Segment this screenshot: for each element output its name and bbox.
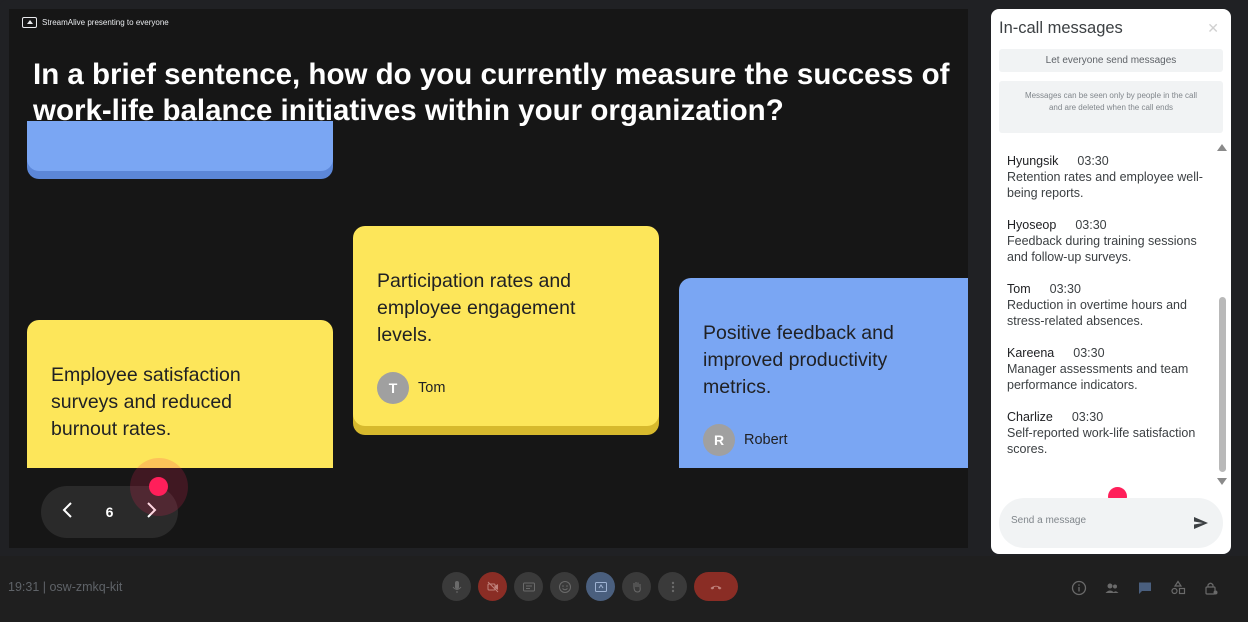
message-time: 03:30 (1071, 410, 1104, 424)
card-author: T Tom (377, 372, 445, 404)
message-item: Kareena 03:30 Manager assessments and tea… (1007, 345, 1203, 393)
avatar: R (703, 424, 735, 456)
avatar: T (377, 372, 409, 404)
emoji-icon[interactable] (550, 572, 579, 601)
message-text: Manager assessments and team performance… (1007, 362, 1189, 392)
presenting-indicator: StreamAlive presenting to everyone (22, 17, 169, 28)
camera-off-icon[interactable] (478, 572, 507, 601)
host-controls-icon[interactable] (1203, 580, 1219, 596)
people-icon[interactable] (1104, 580, 1120, 596)
message-item: Hyungsik 03:30 Retention rates and employ… (1007, 153, 1203, 201)
message-text: Reduction in overtime hours and stress-r… (1007, 298, 1187, 328)
in-call-messages-panel: In-call messages ✕ Let everyone send mes… (991, 9, 1231, 554)
present-icon[interactable] (586, 572, 615, 601)
message-time: 03:30 (1073, 346, 1105, 360)
message-item: Charlize 03:30 Self-reported work-life sa… (1007, 409, 1203, 457)
message-text: Feedback during training sessions and fo… (1007, 234, 1197, 264)
meeting-info: 19:31 | osw-zmkq-kit (8, 580, 123, 594)
meeting-controls-bar: 19:31 | osw-zmkq-kit (0, 556, 1248, 622)
message-time: 03:30 (1075, 218, 1107, 232)
card-text: Positive feedback and improved productiv… (703, 322, 894, 398)
scroll-up-arrow-icon[interactable] (1217, 144, 1227, 151)
panel-title: In-call messages (999, 19, 1123, 37)
author-name: Tom (418, 380, 446, 396)
side-controls (1071, 580, 1219, 596)
raise-hand-icon[interactable] (622, 572, 651, 601)
info-icon[interactable] (1071, 580, 1087, 596)
message-item: Tom 03:30 Reduction in overtime hours and… (1007, 281, 1203, 329)
messages-info: Messages can be seen only by people in t… (999, 81, 1223, 133)
send-icon[interactable] (1193, 515, 1209, 531)
scroll-down-arrow-icon[interactable] (1217, 478, 1227, 485)
cursor-pointer (149, 477, 168, 496)
message-compose (999, 498, 1223, 548)
presentation-stage: StreamAlive presenting to everyone In a … (9, 9, 968, 548)
scrollbar-thumb[interactable] (1219, 297, 1226, 472)
message-time: 03:30 (1077, 154, 1109, 168)
message-list: Hyungsik 03:30 Retention rates and employ… (1007, 153, 1203, 473)
captions-icon[interactable] (514, 572, 543, 601)
more-options-icon[interactable] (658, 572, 687, 601)
meeting-window: StreamAlive presenting to everyone In a … (0, 0, 1248, 622)
let-everyone-send-toggle[interactable]: Let everyone send messages (999, 49, 1223, 72)
card-author: R Robert (703, 424, 788, 456)
message-input[interactable] (1011, 515, 1181, 526)
hang-up-icon[interactable] (694, 572, 738, 601)
sender-name: Hyoseop (1007, 218, 1057, 232)
poll-question: In a brief sentence, how do you currentl… (33, 58, 950, 127)
activities-icon[interactable] (1170, 580, 1186, 596)
presenting-label: StreamAlive presenting to everyone (42, 18, 169, 27)
present-screen-icon (22, 17, 37, 28)
message-item: Hyoseop 03:30 Feedback during training se… (1007, 217, 1203, 265)
chat-icon[interactable] (1137, 580, 1153, 596)
card-text: Employee satisfaction surveys and reduce… (51, 364, 241, 440)
message-text: Retention rates and employee well-being … (1007, 170, 1203, 200)
author-name: Robert (744, 432, 788, 448)
page-number: 6 (105, 504, 114, 520)
mic-icon[interactable] (442, 572, 471, 601)
message-time: 03:30 (1049, 282, 1081, 296)
card-text: Participation rates and employee engagem… (377, 270, 576, 346)
close-icon[interactable]: ✕ (1207, 20, 1219, 37)
sender-name: Kareena (1007, 346, 1055, 360)
sender-name: Hyungsik (1007, 154, 1059, 168)
sender-name: Charlize (1007, 410, 1053, 424)
response-card: Participation rates and employee engagem… (353, 226, 659, 426)
message-text: Self-reported work-life satisfaction sco… (1007, 426, 1196, 456)
response-card-partial (27, 121, 333, 171)
call-controls (442, 572, 738, 601)
sender-name: Tom (1007, 282, 1031, 296)
chevron-left-icon[interactable] (57, 501, 77, 523)
